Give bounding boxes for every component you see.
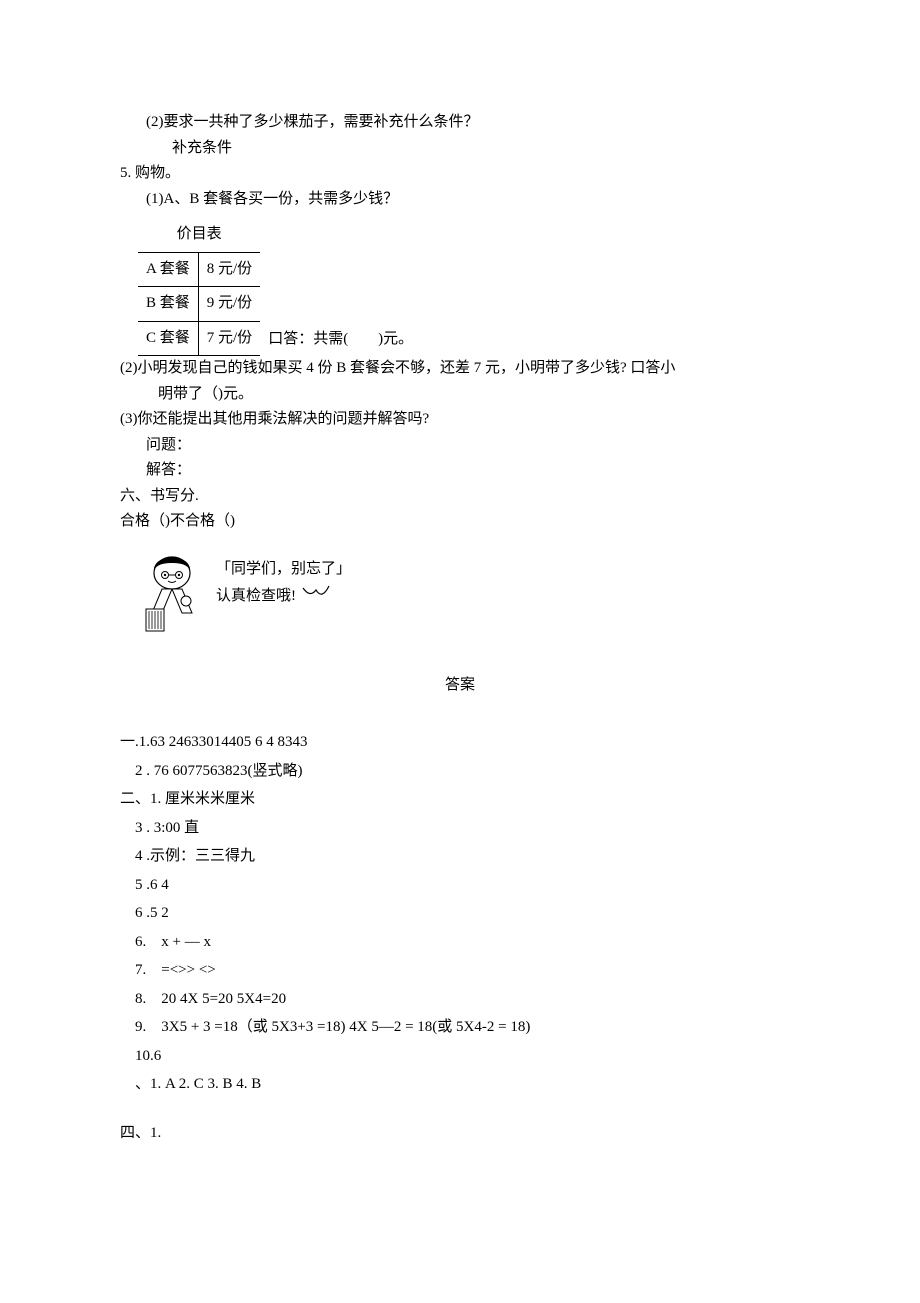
- bubble-line-1: 「同学们，别忘了」: [216, 557, 351, 583]
- answer-line: 7. =<>> <>: [120, 956, 800, 985]
- answers-heading: 答案: [120, 673, 800, 699]
- answer-line: 5 .6 4: [120, 871, 800, 900]
- question-5-3-line3: 解答：: [120, 458, 800, 484]
- speech-bubble: 「同学们，别忘了」 认真检查哦!: [216, 553, 351, 610]
- price-name: C 套餐: [138, 321, 198, 356]
- question-5-title: 5. 购物。: [120, 161, 800, 187]
- price-table-header: 价目表: [138, 218, 260, 252]
- price-name: A 套餐: [138, 252, 198, 287]
- price-value: 8 元/份: [198, 252, 260, 287]
- reminder-box: 「同学们，别忘了」 认真检查哦!: [138, 553, 800, 633]
- question-5-2-line1: (2)小明发现自己的钱如果买 4 份 B 套餐会不够，还差 7 元，小明带了多少…: [120, 356, 800, 382]
- answer-line: 2 . 76 6077563823(竖式略): [120, 757, 800, 786]
- price-value: 9 元/份: [198, 287, 260, 322]
- answers-block: 一.1.63 24633014405 6 4 8343 2 . 76 60775…: [120, 728, 800, 1147]
- answer-line: [120, 1099, 800, 1119]
- speech-tail-icon: [302, 582, 330, 610]
- question-5-1: (1)A、B 套餐各买一份，共需多少钱？: [120, 187, 800, 213]
- answer-line: 6. x + — x: [120, 928, 800, 957]
- answer-line: 3 . 3:00 直: [120, 814, 800, 843]
- answer-line: 9. 3X5 + 3 =18（或 5X3+3 =18) 4X 5—2 = 18(…: [120, 1013, 800, 1042]
- answer-line: 10.6: [120, 1042, 800, 1071]
- question-5-2-line2: 明带了（)元。: [120, 382, 800, 408]
- section-6-title: 六、书写分.: [120, 484, 800, 510]
- question-5-3-line1: (3)你还能提出其他用乘法解决的问题并解答吗?: [120, 407, 800, 433]
- answer-line: 二、1. 厘米米米厘米: [120, 785, 800, 814]
- answer-line: 4 .示例：三三得九: [120, 842, 800, 871]
- question-4-2-line1: (2)要求一共种了多少棵茄子，需要补充什么条件？: [120, 110, 800, 136]
- answer-line: 6 .5 2: [120, 899, 800, 928]
- question-4-2-line2: 补充条件: [120, 136, 800, 162]
- answer-line: 、1. A 2. C 3. B 4. B: [120, 1070, 800, 1099]
- table-row: A 套餐 8 元/份: [138, 252, 260, 287]
- answer-line: 8. 20 4X 5=20 5X4=20: [120, 985, 800, 1014]
- question-5-3-line2: 问题：: [120, 433, 800, 459]
- table-row: B 套餐 9 元/份: [138, 287, 260, 322]
- student-cartoon-icon: [138, 553, 206, 633]
- price-value: 7 元/份: [198, 321, 260, 356]
- answer-line: 一.1.63 24633014405 6 4 8343: [120, 728, 800, 757]
- answer-line: 四、1.: [120, 1119, 800, 1148]
- section-6-options: 合格（)不合格（): [120, 509, 800, 535]
- price-table: 价目表 A 套餐 8 元/份 B 套餐 9 元/份 C 套餐 7 元/份: [138, 218, 260, 356]
- question-5-1-answer: 口答：共需( )元。: [260, 327, 413, 357]
- table-row: C 套餐 7 元/份: [138, 321, 260, 356]
- price-name: B 套餐: [138, 287, 198, 322]
- bubble-line-2: 认真检查哦!: [216, 584, 296, 610]
